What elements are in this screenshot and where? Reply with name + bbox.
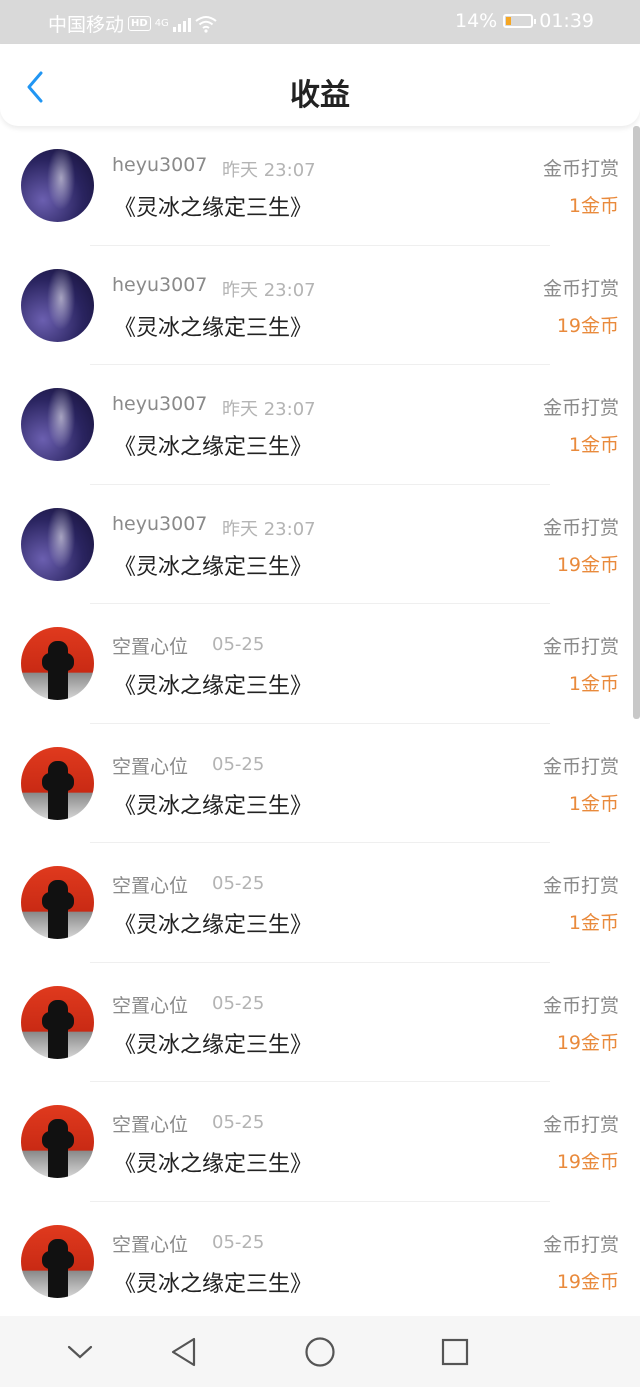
book-title: 《灵冰之缘定三生》	[114, 674, 313, 699]
reward-type: 金币打赏	[542, 1114, 619, 1136]
reward-type: 金币打赏	[542, 158, 619, 180]
carrier-label: 中国移动	[48, 14, 125, 36]
status-bar: 中国移动 HD 4G 14% 01:39	[0, 0, 640, 44]
status-right: 14% 01:39	[455, 10, 594, 32]
list-item[interactable]: 空置心位 05-25 《灵冰之缘定三生》 金币打赏 1金币	[0, 724, 640, 843]
reward-amount: 19金币	[556, 1270, 619, 1293]
home-circle-icon[interactable]	[302, 1334, 338, 1370]
reward-type: 金币打赏	[542, 755, 619, 778]
list-item[interactable]: heyu3007 昨天 23:07 《灵冰之缘定三生》 金币打赏 19金币	[0, 485, 640, 604]
chevron-down-icon[interactable]	[62, 1334, 98, 1370]
reward-amount: 19金币	[556, 1031, 619, 1054]
book-title: 《灵冰之缘定三生》	[114, 554, 313, 580]
username: 空置心位	[112, 875, 189, 897]
username: 空置心位	[112, 1114, 189, 1136]
reward-type: 金币打赏	[542, 1233, 619, 1256]
list-item[interactable]: 空置心位 05-25 《灵冰之缘定三生》 金币打赏 19金币	[0, 1082, 640, 1202]
timestamp: 05-25	[212, 873, 265, 894]
timestamp: 昨天 23:07	[222, 399, 316, 420]
reward-amount: 19金币	[556, 1151, 619, 1173]
avatar[interactable]	[21, 627, 94, 700]
avatar[interactable]	[21, 1105, 94, 1178]
book-title: 《灵冰之缘定三生》	[114, 1032, 313, 1058]
page-title: 收益	[290, 78, 350, 113]
username: heyu3007	[112, 154, 208, 176]
book-title: 《灵冰之缘定三生》	[114, 315, 313, 341]
reward-amount: 1金币	[568, 434, 619, 456]
username: 空置心位	[112, 994, 189, 1017]
reward-type: 金币打赏	[542, 277, 619, 300]
reward-amount: 19金币	[556, 553, 619, 576]
reward-amount: 1金币	[568, 195, 619, 217]
battery-icon	[503, 14, 537, 28]
username: 空置心位	[112, 1233, 189, 1256]
scrollbar[interactable]	[633, 126, 640, 719]
timestamp: 05-25	[212, 1112, 265, 1133]
username: heyu3007	[112, 512, 208, 535]
username: heyu3007	[112, 393, 208, 415]
status-left: 中国移动 HD 4G	[48, 10, 217, 37]
list-item[interactable]: heyu3007 昨天 23:07 《灵冰之缘定三生》 金币打赏 1金币	[0, 365, 640, 485]
clock: 01:39	[539, 10, 594, 32]
reward-amount: 1金币	[568, 792, 619, 815]
reward-type: 金币打赏	[542, 397, 619, 419]
timestamp: 昨天 23:07	[222, 279, 316, 301]
book-title: 《灵冰之缘定三生》	[114, 793, 313, 819]
reward-amount: 1金币	[568, 673, 619, 695]
list-item[interactable]: heyu3007 昨天 23:07 《灵冰之缘定三生》 金币打赏 1金币	[0, 126, 640, 246]
username: 空置心位	[112, 755, 189, 778]
timestamp: 05-25	[212, 753, 265, 775]
book-title: 《灵冰之缘定三生》	[114, 196, 313, 221]
username: 空置心位	[112, 636, 189, 658]
avatar[interactable]	[21, 866, 94, 939]
earnings-list[interactable]: heyu3007 昨天 23:07 《灵冰之缘定三生》 金币打赏 1金币 heyu3007…	[0, 126, 640, 1316]
hd-icon: HD	[128, 16, 151, 31]
reward-type: 金币打赏	[542, 516, 619, 539]
reward-type: 金币打赏	[542, 636, 619, 658]
timestamp: 05-25	[212, 1231, 265, 1253]
avatar[interactable]	[21, 985, 94, 1059]
avatar[interactable]	[21, 746, 94, 820]
reward-type: 金币打赏	[542, 875, 619, 897]
timestamp: 05-25	[212, 992, 265, 1014]
app-header: 收益	[0, 44, 640, 126]
wifi-icon	[195, 15, 217, 33]
avatar[interactable]	[21, 388, 94, 461]
list-item[interactable]: 空置心位 05-25 《灵冰之缘定三生》 金币打赏 19金币	[0, 963, 640, 1082]
back-triangle-icon[interactable]	[165, 1334, 201, 1370]
username: heyu3007	[112, 273, 208, 296]
avatar[interactable]	[21, 268, 94, 342]
list-item[interactable]: 空置心位 05-25 《灵冰之缘定三生》 金币打赏 1金币	[0, 843, 640, 963]
reward-amount: 1金币	[568, 912, 619, 934]
list-item[interactable]: 空置心位 05-25 《灵冰之缘定三生》 金币打赏 19金币	[0, 1202, 640, 1317]
system-nav-bar	[0, 1316, 640, 1387]
battery-percent: 14%	[455, 10, 498, 32]
book-title: 《灵冰之缘定三生》	[114, 1271, 313, 1297]
network-label: 4G	[154, 17, 169, 29]
recents-square-icon[interactable]	[437, 1334, 473, 1370]
timestamp: 昨天 23:07	[222, 518, 316, 540]
timestamp: 昨天 23:07	[222, 160, 316, 181]
list-item[interactable]: 空置心位 05-25 《灵冰之缘定三生》 金币打赏 1金币	[0, 604, 640, 724]
signal-icon	[172, 16, 191, 32]
avatar[interactable]	[21, 507, 94, 581]
reward-amount: 19金币	[556, 314, 619, 337]
timestamp: 05-25	[212, 634, 265, 655]
book-title: 《灵冰之缘定三生》	[114, 913, 313, 938]
list-item[interactable]: heyu3007 昨天 23:07 《灵冰之缘定三生》 金币打赏 19金币	[0, 246, 640, 365]
avatar[interactable]	[21, 149, 94, 222]
reward-type: 金币打赏	[542, 994, 619, 1017]
book-title: 《灵冰之缘定三生》	[114, 435, 313, 460]
book-title: 《灵冰之缘定三生》	[114, 1152, 313, 1177]
avatar[interactable]	[21, 1224, 94, 1298]
